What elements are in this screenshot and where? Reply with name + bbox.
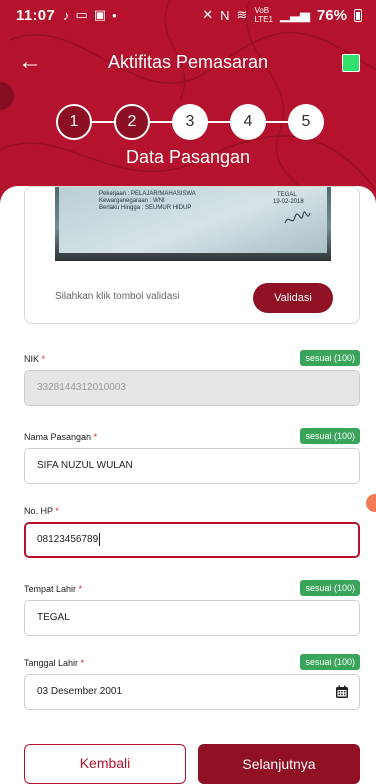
dot-icon: • <box>112 7 117 23</box>
volte-icon: VoB LTE1 <box>254 6 273 24</box>
app-bar: ← Aktifitas Pemasaran <box>0 42 376 82</box>
spouse-name-status-badge: sesuai (100) <box>300 428 360 444</box>
step-2[interactable]: 2 <box>114 104 150 140</box>
phone-value: 08123456789 <box>37 534 99 545</box>
app-badge-icon: ▣ <box>93 7 107 22</box>
mute-icon: ✕ <box>202 7 214 22</box>
phone-label: No. HP * <box>24 506 59 516</box>
step-5[interactable]: 5 <box>288 104 324 140</box>
phone-input[interactable]: 08123456789 <box>24 522 360 558</box>
page-title: Aktifitas Pemasaran <box>107 52 269 72</box>
wifi-icon: ≋ <box>236 7 248 22</box>
status-time: 11:07 <box>16 6 56 24</box>
back-button[interactable]: Kembali <box>24 744 186 784</box>
signal-icon: ▁▃▅ <box>279 7 310 22</box>
spouse-name-label: Nama Pasangan * <box>24 432 98 442</box>
section-title: Data Pasangan <box>125 147 251 167</box>
signature-icon <box>284 211 311 224</box>
battery-icon <box>354 8 362 22</box>
validation-hint: Silahkan klik tombol validasi <box>55 291 180 302</box>
stepper: 1 2 3 4 5 <box>56 104 324 140</box>
battery-percent: 76% <box>316 6 347 24</box>
status-indicator <box>342 54 360 72</box>
birthplace-label: Tempat Lahir * <box>24 584 83 594</box>
calendar-icon[interactable] <box>335 685 349 699</box>
floating-handle[interactable] <box>366 494 376 512</box>
status-bar: 11:07 ♪ ▭ ▣ • ✕ N ≋ VoB LTE1 ▁▃▅ 76% <box>0 0 376 30</box>
birthdate-input[interactable]: 03 Desember 2001 <box>24 674 360 710</box>
spouse-name-input[interactable]: SIFA NUZUL WULAN <box>24 448 360 484</box>
status-right-icons: ✕ N ≋ VoB LTE1 ▁▃▅ 76% <box>202 6 362 24</box>
birthdate-status-badge: sesuai (100) <box>300 654 360 670</box>
nfc-icon: N <box>220 7 230 23</box>
birthdate-value: 03 Desember 2001 <box>37 686 123 697</box>
next-button[interactable]: Selanjutnya <box>198 744 360 784</box>
text-cursor <box>99 532 101 546</box>
ktp-line-3: Berlaku Hingga : SEUMUR HIDUP <box>99 205 192 211</box>
step-3[interactable]: 3 <box>172 104 208 140</box>
action-buttons: Kembali Selanjutnya <box>24 744 360 784</box>
form-content: Pekerjaan : PELAJAR/MAHASISWA Kewarganeg… <box>0 186 376 784</box>
cast-icon: ▭ <box>75 7 88 22</box>
ktp-photo-inner: Pekerjaan : PELAJAR/MAHASISWA Kewarganeg… <box>59 187 327 253</box>
ktp-city: TEGAL <box>277 192 297 198</box>
ktp-line-2: Kewarganegaraan : WNI <box>99 198 165 204</box>
step-4[interactable]: 4 <box>230 104 266 140</box>
status-left-icons: ♪ ▭ ▣ • <box>63 7 117 23</box>
birthplace-input[interactable]: TEGAL <box>24 600 360 636</box>
ktp-photo: Pekerjaan : PELAJAR/MAHASISWA Kewarganeg… <box>55 187 331 261</box>
ktp-line-1: Pekerjaan : PELAJAR/MAHASISWA <box>99 191 196 197</box>
nik-label: NIK * <box>24 354 46 364</box>
birthdate-label: Tanggal Lahir * <box>24 658 85 668</box>
step-1[interactable]: 1 <box>56 104 92 140</box>
music-note-icon: ♪ <box>63 7 70 23</box>
ktp-date: 19-02-2018 <box>273 199 304 205</box>
birthplace-status-badge: sesuai (100) <box>300 580 360 596</box>
validate-button[interactable]: Validasi <box>253 283 333 313</box>
nik-status-badge: sesuai (100) <box>300 350 360 366</box>
nik-input[interactable]: 3328144312010003 <box>24 370 360 406</box>
ktp-card: Pekerjaan : PELAJAR/MAHASISWA Kewarganeg… <box>24 186 360 324</box>
